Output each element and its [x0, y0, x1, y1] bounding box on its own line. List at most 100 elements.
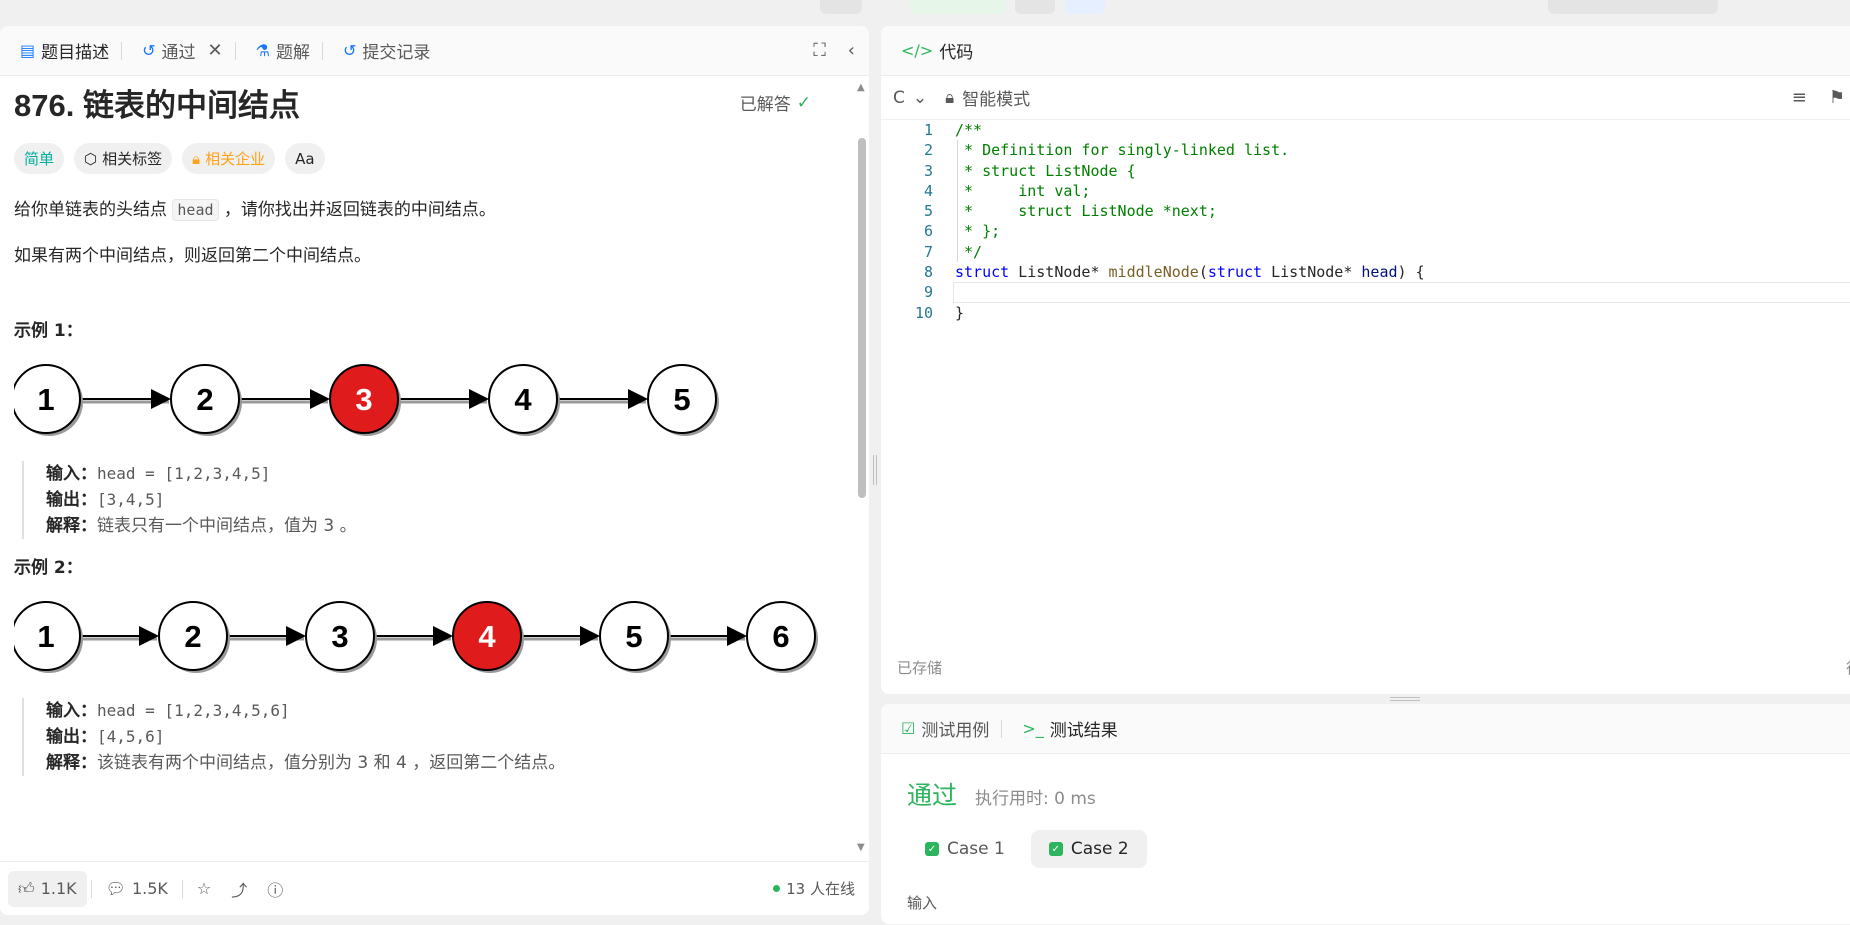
line-number: 1 — [923, 121, 933, 139]
code-text: * }; — [955, 222, 1001, 241]
chevron-left-icon[interactable]: ‹ — [848, 40, 855, 61]
fullscreen-icon[interactable]: ⛶ — [813, 40, 826, 61]
tab-solutions[interactable]: ⚗ 题解 — [246, 26, 333, 76]
inline-code: head — [172, 199, 219, 221]
ai-button[interactable] — [1065, 0, 1105, 14]
code-line[interactable]: 1 /** — [881, 120, 1850, 140]
example-1-block: 输入：head = [1,2,3,4,5] 输出：[3,4,5] 解释：链表只有… — [22, 461, 841, 539]
tab-accepted-label: 通过 — [161, 43, 196, 63]
line-number: 2 — [923, 141, 933, 160]
note-button[interactable] — [1015, 0, 1055, 14]
scroll-up-icon[interactable]: ▲ — [857, 82, 865, 93]
thumbs-up-icon: 👍︎ — [18, 878, 35, 898]
comment-icon: 💬︎ — [105, 879, 126, 898]
share-button[interactable]: ⤴ — [221, 871, 257, 907]
code-text: } — [955, 303, 965, 322]
code-line[interactable]: 3 * struct ListNode { — [881, 161, 1850, 181]
example-1-linked-list-diagram: 1 2 3 4 5 — [11, 364, 719, 436]
code-line[interactable]: 8 struct ListNode* middleNode(struct List… — [881, 262, 1850, 282]
editor-mode[interactable]: 🔒︎ 智能模式 — [945, 85, 1030, 111]
cursor-position: 行 — [1846, 657, 1850, 678]
chevron-down-icon: ⌄ — [912, 87, 928, 108]
line-number: 10 — [914, 303, 933, 322]
result-panel: ☑ 测试用例 >_ 测试结果 通过 执行用时: 0 ms ✓ Case 1 ✓ … — [881, 704, 1850, 924]
submit-button[interactable] — [910, 0, 1005, 14]
description-icon: ▤ — [20, 41, 36, 60]
tab-code[interactable]: </> 代码 — [891, 26, 983, 76]
code-line[interactable]: 6 * }; — [881, 221, 1850, 241]
companies-button[interactable]: 🔒︎ 相关企业 — [182, 143, 276, 174]
scroll-thumb[interactable] — [858, 138, 866, 498]
code-text: /** — [955, 121, 983, 139]
case-1-tab[interactable]: ✓ Case 1 — [907, 830, 1023, 868]
history-icon: ↺ — [342, 41, 357, 60]
line-number: 3 — [923, 161, 933, 180]
difficulty-badge[interactable]: 简单 — [14, 143, 65, 174]
node-label: 3 — [331, 619, 348, 654]
online-dot-icon — [773, 885, 781, 892]
close-icon[interactable]: ✕ — [208, 40, 223, 61]
problem-bottom-bar: 👍︎ 1.1K 💬︎ 1.5K ☆ ⤴ ⓘ 13 人在线 — [0, 861, 869, 915]
saved-status: 已存储 — [897, 659, 943, 677]
line-number: 5 — [923, 202, 933, 221]
language-select[interactable]: C ⌄ — [893, 88, 927, 108]
result-status: 通过 — [907, 781, 958, 810]
input-label: 输入 — [907, 894, 938, 912]
problem-description: 给你单链表的头结点 head ，请你找出并返回链表的中间结点。 如果有两个中间结… — [14, 196, 841, 270]
bookmark-icon[interactable]: ⚑ — [1829, 87, 1845, 108]
tab-testcase[interactable]: ☑ 测试用例 — [891, 704, 1012, 754]
node-label: 5 — [625, 619, 642, 654]
horizontal-splitter[interactable] — [1390, 697, 1420, 701]
favorite-button[interactable]: ☆ — [187, 871, 221, 907]
code-line[interactable]: 4 * int val; — [881, 181, 1850, 201]
code-line[interactable]: 5 * struct ListNode *next; — [881, 201, 1850, 221]
terminal-icon: >_ — [1022, 719, 1044, 738]
tab-test-result[interactable]: >_ 测试结果 — [1012, 704, 1127, 754]
code-tabbar: </> 代码 — [881, 26, 1850, 76]
tab-accepted[interactable]: ↺ 通过 ✕ — [132, 26, 246, 76]
page-title: 876. 链表的中间结点 — [14, 88, 300, 123]
vertical-splitter[interactable] — [873, 455, 877, 485]
line-number: 9 — [923, 283, 933, 302]
example-2-linked-list-diagram: 1 2 3 4 5 6 — [11, 601, 818, 673]
solved-status: 已解答 ✓ — [739, 92, 811, 116]
debug-button[interactable] — [820, 0, 862, 14]
tab-description[interactable]: ▤ 题目描述 — [10, 26, 132, 76]
tab-submissions[interactable]: ↺ 提交记录 — [333, 26, 440, 76]
node-label: 6 — [772, 619, 789, 654]
history-icon: ↺ — [142, 41, 156, 60]
code-icon: </> — [901, 41, 934, 60]
runtime-text: 执行用时: 0 ms — [975, 789, 1096, 809]
code-panel: </> 代码 C ⌄ 🔒︎ 智能模式 ≡ ⚑ 1 /** 2 * Definitio… — [881, 26, 1850, 694]
result-tabbar: ☑ 测试用例 >_ 测试结果 — [881, 704, 1850, 754]
tag-icon: ⬡ — [84, 149, 98, 168]
timer-widget[interactable] — [1548, 0, 1718, 14]
code-text: * struct ListNode *next; — [955, 202, 1217, 221]
node-label: 5 — [673, 382, 690, 417]
check-icon: ✓ — [1048, 842, 1063, 856]
code-line[interactable]: 9 — [881, 282, 1850, 303]
format-icon[interactable]: ≡ — [1792, 87, 1807, 108]
example-2-block: 输入：head = [1,2,3,4,5,6] 输出：[4,5,6] 解释：该链… — [22, 698, 841, 776]
code-line[interactable]: 10} — [881, 303, 1850, 323]
lock-icon: 🔒︎ — [945, 87, 955, 108]
case-2-tab[interactable]: ✓ Case 2 — [1030, 830, 1147, 868]
translate-icon: Aa — [295, 149, 315, 168]
node-label: 2 — [184, 619, 201, 654]
tab-description-label: 题目描述 — [41, 43, 110, 63]
like-button[interactable]: 👍︎ 1.1K — [8, 870, 87, 907]
problem-scrollbar[interactable]: ▲ ▼ — [855, 76, 869, 861]
code-line[interactable]: 2 * Definition for singly-linked list. — [881, 140, 1850, 160]
code-text: * struct ListNode { — [955, 161, 1136, 180]
help-button[interactable]: ⓘ — [257, 871, 293, 907]
comments-button[interactable]: 💬︎ 1.5K — [96, 871, 178, 907]
node-label: 2 — [196, 382, 213, 417]
code-line[interactable]: 7 */ — [881, 242, 1850, 262]
star-icon: ☆ — [196, 879, 212, 898]
scroll-down-icon[interactable]: ▼ — [857, 842, 865, 853]
help-icon: ⓘ — [267, 880, 284, 900]
code-text: */ — [955, 242, 983, 261]
translate-button[interactable]: Aa — [285, 143, 325, 174]
code-editor[interactable]: 1 /** 2 * Definition for singly-linked lis… — [881, 120, 1850, 570]
related-tags-button[interactable]: ⬡ 相关标签 — [74, 143, 173, 174]
